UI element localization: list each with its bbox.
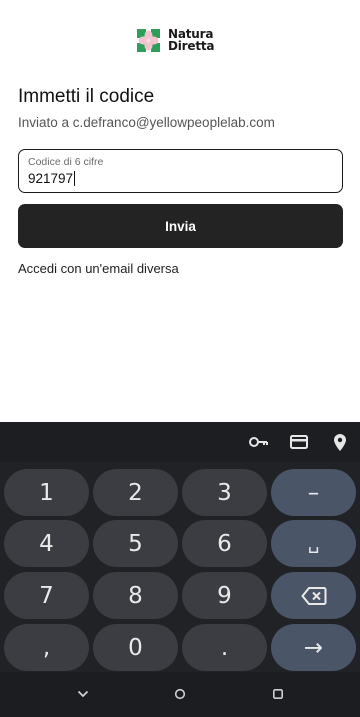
key-icon[interactable] <box>248 432 268 452</box>
key-8[interactable]: 8 <box>93 572 178 619</box>
key-6[interactable]: 6 <box>182 520 267 567</box>
card-icon[interactable] <box>289 432 309 452</box>
home-circle-icon[interactable] <box>170 684 190 704</box>
key-backspace[interactable] <box>271 572 356 619</box>
brand-logo: Natura Diretta <box>135 24 227 56</box>
brand-line2: Diretta <box>168 39 215 53</box>
key-comma[interactable]: , <box>4 624 89 671</box>
recents-square-icon[interactable] <box>268 684 288 704</box>
key-5[interactable]: 5 <box>93 520 178 567</box>
code-input[interactable]: Codice di 6 cifre 921797 <box>18 149 343 193</box>
key-0[interactable]: 0 <box>93 624 178 671</box>
different-email-link[interactable]: Accedi con un'email diversa <box>18 261 179 276</box>
sent-to-text: Inviato a c.defranco@yellowpeoplelab.com <box>18 115 275 130</box>
flower-logo-icon <box>137 28 160 52</box>
key-minus[interactable]: – <box>271 469 356 516</box>
key-2[interactable]: 2 <box>93 469 178 516</box>
text-caret <box>74 171 76 186</box>
code-input-label: Codice di 6 cifre <box>28 156 104 168</box>
key-1[interactable]: 1 <box>4 469 89 516</box>
key-period[interactable]: . <box>182 624 267 671</box>
key-3[interactable]: 3 <box>182 469 267 516</box>
back-chevron-icon[interactable] <box>73 684 93 704</box>
backspace-icon <box>300 586 326 605</box>
login-code-page: Natura Diretta Immetti il codice Inviato… <box>0 0 360 422</box>
submit-button[interactable]: Invia <box>18 204 343 248</box>
key-enter[interactable]: → <box>271 624 356 671</box>
keyboard-suggestion-bar <box>0 422 360 462</box>
location-pin-icon[interactable] <box>330 432 350 452</box>
numeric-keyboard: 1 2 3 – 4 5 6 ␣ 7 8 9 , 0 . → <box>0 422 360 717</box>
key-4[interactable]: 4 <box>4 520 89 567</box>
page-title: Immetti il codice <box>18 86 155 107</box>
key-7[interactable]: 7 <box>4 572 89 619</box>
key-9[interactable]: 9 <box>182 572 267 619</box>
code-value-text: 921797 <box>28 171 74 186</box>
keyboard-keys: 1 2 3 – 4 5 6 ␣ 7 8 9 , 0 . → <box>0 462 360 672</box>
brand-name: Natura Diretta <box>168 27 215 53</box>
system-nav-bar <box>0 672 360 717</box>
code-input-value[interactable]: 921797 <box>28 171 76 186</box>
key-space[interactable]: ␣ <box>271 520 356 567</box>
